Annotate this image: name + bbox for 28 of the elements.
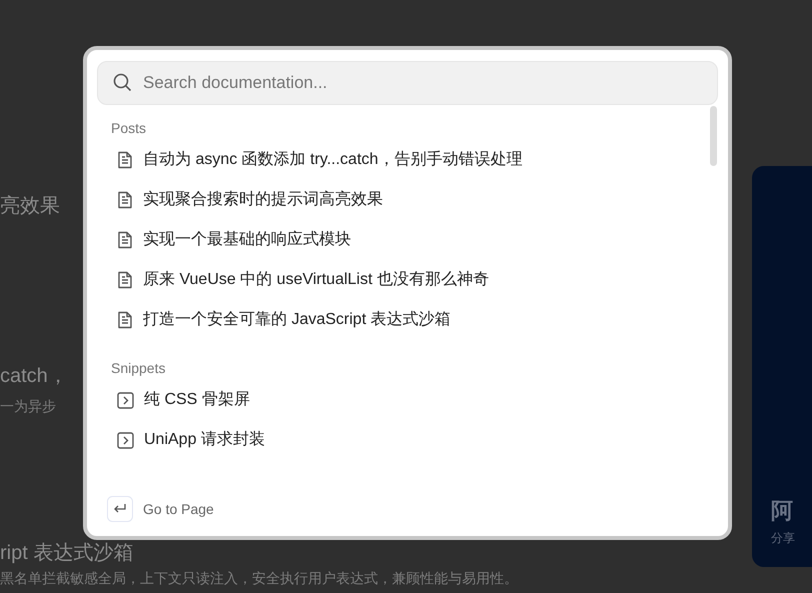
document-icon <box>117 311 133 329</box>
chevron-box-icon <box>117 392 134 408</box>
post-title: catch， <box>0 364 68 389</box>
enter-key-icon <box>107 496 133 522</box>
post-title: ript 表达式沙箱 <box>0 541 134 565</box>
profile-name: 阿 <box>771 497 794 525</box>
post-title: 亮效果 <box>0 194 60 219</box>
scrollbar-thumb[interactable] <box>710 106 717 166</box>
footer-hint: Go to Page <box>143 500 214 519</box>
search-field[interactable]: Search documentation... <box>97 61 718 105</box>
result-item[interactable]: 实现聚合搜索时的提示词高亮效果 <box>111 180 704 220</box>
document-icon <box>117 271 133 289</box>
document-icon <box>117 191 133 209</box>
group-heading: Posts <box>111 119 148 138</box>
result-item[interactable]: 原来 VueUse 中的 useVirtualList 也没有那么神奇 <box>111 260 704 300</box>
result-item[interactable]: UniApp 请求封装 <box>111 420 704 460</box>
result-item[interactable]: 实现一个最基础的响应式模块 <box>111 220 704 260</box>
result-item[interactable]: 纯 CSS 骨架屏 <box>111 380 704 420</box>
post-excerpt: 黑名单拦截敏感全局，上下文只读注入，安全执行用户表达式，兼顾性能与易用性。 <box>0 569 518 588</box>
result-item[interactable]: 自动为 async 函数添加 try...catch，告别手动错误处理 <box>111 140 704 180</box>
document-icon <box>117 151 133 169</box>
chevron-box-icon <box>117 432 134 448</box>
group-heading: Snippets <box>111 359 166 378</box>
post-excerpt: 一为异步 <box>0 397 56 416</box>
result-item[interactable]: 打造一个安全可靠的 JavaScript 表达式沙箱 <box>111 300 704 340</box>
profile-tagline: 分享 <box>771 530 796 547</box>
document-icon <box>117 231 133 249</box>
search-icon <box>113 73 132 92</box>
